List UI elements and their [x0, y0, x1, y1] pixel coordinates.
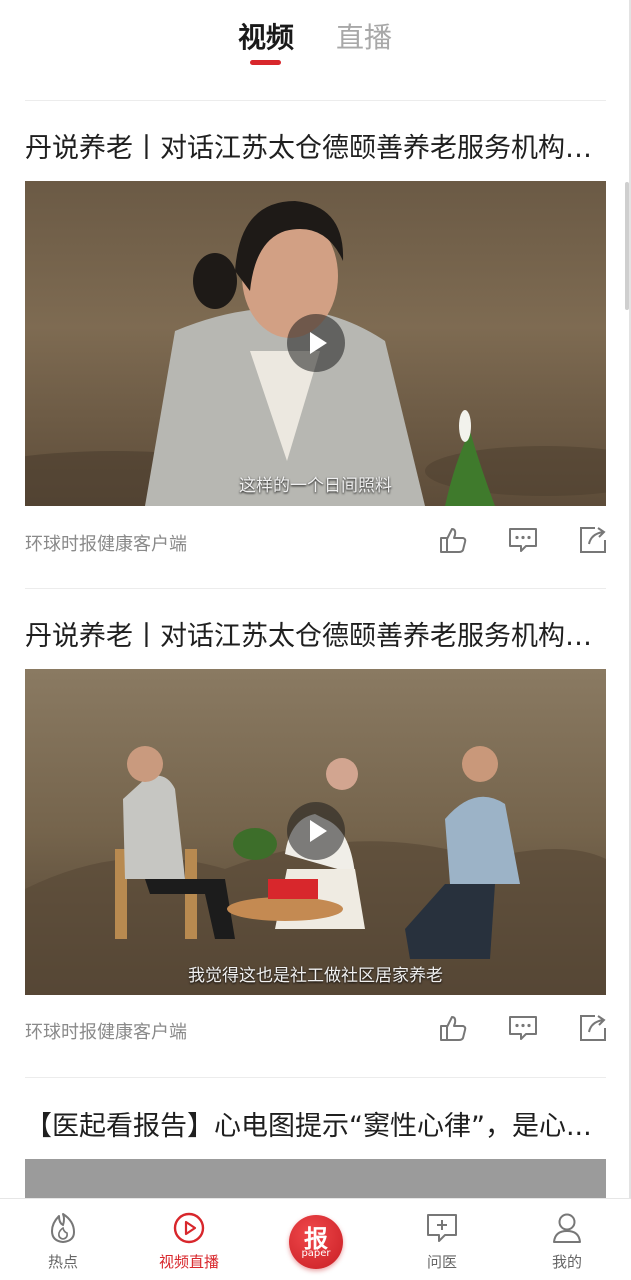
- bottom-nav: 热点 视频直播 报 paper 问医 我的: [0, 1198, 631, 1280]
- divider: [25, 1077, 606, 1078]
- user-icon: [553, 1213, 581, 1243]
- comment-icon[interactable]: [507, 524, 539, 556]
- video-subtitle: 我觉得这也是社工做社区居家养老: [188, 966, 443, 986]
- comment-icon[interactable]: [507, 1012, 539, 1044]
- fire-icon: [51, 1213, 75, 1243]
- source-label: 环球时报健康客户端: [25, 1022, 187, 1043]
- scrollbar[interactable]: [625, 182, 629, 310]
- play-icon[interactable]: [287, 314, 345, 372]
- top-tab-bar: 视频 直播: [0, 0, 631, 100]
- video-thumbnail[interactable]: [25, 1159, 606, 1199]
- nav-video-live[interactable]: 视频直播: [139, 1199, 239, 1280]
- nav-hot[interactable]: 热点: [13, 1199, 113, 1280]
- nav-mine[interactable]: 我的: [517, 1199, 617, 1280]
- play-circle-icon: [173, 1212, 205, 1244]
- like-icon[interactable]: [437, 1012, 469, 1044]
- video-thumbnail[interactable]: 我觉得这也是社工做社区居家养老: [25, 669, 606, 995]
- play-icon[interactable]: [287, 802, 345, 860]
- paper-logo-sub: paper: [301, 1248, 331, 1259]
- tab-live[interactable]: 直播: [336, 18, 392, 58]
- active-tab-indicator: [250, 60, 281, 65]
- video-thumbnail[interactable]: 这样的一个日间照料: [25, 181, 606, 506]
- source-label: 环球时报健康客户端: [25, 534, 187, 555]
- video-card-title[interactable]: 丹说养老丨对话江苏太仓德颐善养老服务机构负责人: [25, 617, 606, 657]
- divider: [25, 588, 606, 589]
- nav-label-mine: 我的: [551, 1253, 582, 1271]
- video-card-meta: 环球时报健康客户端: [25, 1010, 606, 1050]
- like-icon[interactable]: [437, 524, 469, 556]
- nav-ask-doctor[interactable]: 问医: [392, 1199, 492, 1280]
- paper-logo-icon[interactable]: 报 paper: [289, 1215, 343, 1269]
- video-card-meta: 环球时报健康客户端: [25, 522, 606, 562]
- tab-video[interactable]: 视频: [238, 18, 294, 58]
- divider: [25, 100, 606, 101]
- video-subtitle: 这样的一个日间照料: [239, 476, 392, 496]
- share-icon[interactable]: [577, 524, 609, 556]
- nav-label-ask-doctor: 问医: [426, 1253, 457, 1271]
- nav-label-hot: 热点: [47, 1253, 78, 1271]
- video-card-title[interactable]: 【医起看报告】心电图提示“窦性心律”，是心...: [25, 1107, 606, 1147]
- video-card-title[interactable]: 丹说养老丨对话江苏太仓德颐善养老服务机构负责人: [25, 129, 606, 169]
- share-icon[interactable]: [577, 1012, 609, 1044]
- nav-label-video-live: 视频直播: [158, 1253, 219, 1271]
- ask-doctor-icon: [427, 1214, 457, 1242]
